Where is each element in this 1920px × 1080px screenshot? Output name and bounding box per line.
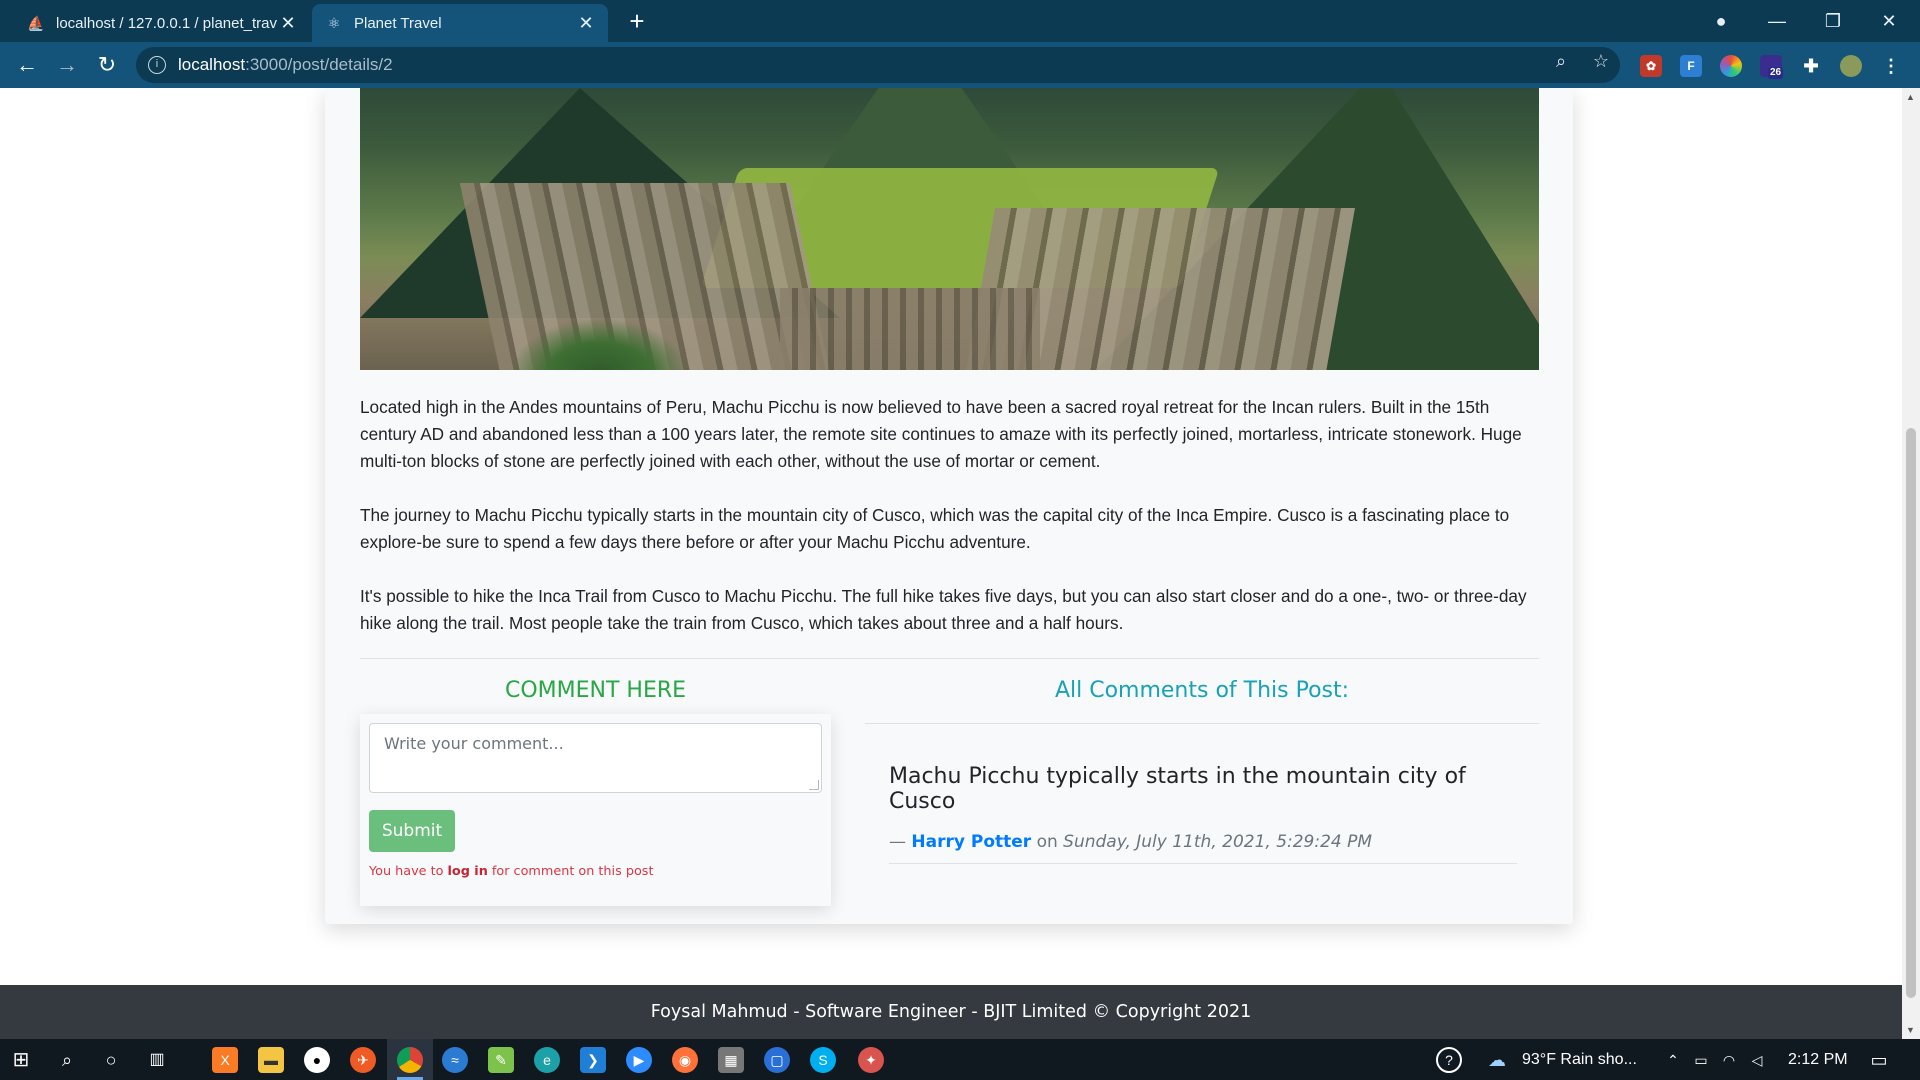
minimize-button[interactable]: — <box>1752 4 1802 38</box>
browser-tab-strip: ⛵ localhost / 127.0.0.1 / planet_trav ✕ … <box>0 0 1920 42</box>
restore-button[interactable]: ❐ <box>1808 4 1858 38</box>
task-view-icon[interactable]: ▥ <box>144 1047 170 1073</box>
extension-icon[interactable]: 26 <box>1760 55 1784 79</box>
skype-icon[interactable]: S <box>810 1047 836 1073</box>
app-icon[interactable]: ✦ <box>858 1047 884 1073</box>
comments-divider <box>865 723 1539 724</box>
profile-download-icon[interactable]: ● <box>1696 4 1746 38</box>
notifications-icon[interactable]: ▭ <box>1866 1047 1892 1073</box>
back-icon[interactable]: ← <box>12 50 42 80</box>
extension-icon[interactable]: ✿ <box>1640 55 1662 77</box>
menu-kebab-icon[interactable]: ⋮ <box>1880 55 1902 77</box>
windows-start-icon[interactable]: ⊞ <box>8 1047 34 1073</box>
battery-icon[interactable]: ▭ <box>1688 1047 1714 1073</box>
browser-toolbar: ← → ↻ i localhost:3000/post/details/2 ⌕ … <box>0 42 1920 88</box>
url-text: localhost:3000/post/details/2 <box>178 55 393 74</box>
tab-title: Planet Travel <box>354 14 442 32</box>
page-viewport: Located high in the Andes mountains of P… <box>0 88 1920 1039</box>
close-window-button[interactable]: ✕ <box>1864 4 1914 38</box>
react-icon: ⚛ <box>327 14 341 31</box>
all-comments-heading: All Comments of This Post: <box>1054 678 1350 703</box>
puzzle-extensions-icon[interactable]: ✚ <box>1800 55 1822 77</box>
file-explorer-icon[interactable]: ▬ <box>258 1047 284 1073</box>
firefox-icon[interactable]: ◉ <box>672 1047 698 1073</box>
site-info-icon[interactable]: i <box>148 56 166 74</box>
comment-date: Sunday, July 11th, 2021, 5:29:24 PM <box>1063 832 1373 852</box>
address-bar[interactable]: i localhost:3000/post/details/2 <box>136 47 1620 83</box>
tab-planet-travel[interactable]: ⚛ Planet Travel ✕ <box>312 4 608 42</box>
phpmyadmin-icon: ⛵ <box>27 14 45 31</box>
tab-phpmyadmin[interactable]: ⛵ localhost / 127.0.0.1 / planet_trav ✕ <box>14 4 310 42</box>
github-icon[interactable]: ● <box>304 1047 330 1073</box>
avatar[interactable] <box>1840 55 1862 77</box>
zoom-icon[interactable]: ⌕ <box>1550 50 1572 72</box>
login-link[interactable]: log in <box>448 864 488 879</box>
comment-placeholder: Write your comment... <box>384 734 564 753</box>
forward-icon[interactable]: → <box>52 50 82 80</box>
tab-title: localhost / 127.0.0.1 / planet_trav <box>56 14 277 32</box>
close-tab-icon[interactable]: ✕ <box>278 13 298 34</box>
scrollbar-thumb[interactable] <box>1906 428 1916 998</box>
reload-icon[interactable]: ↻ <box>92 50 122 80</box>
post-body: Located high in the Andes mountains of P… <box>360 394 1539 664</box>
comment-author-link[interactable]: Harry Potter <box>911 832 1031 852</box>
page-footer: Foysal Mahmud - Software Engineer - BJIT… <box>0 985 1902 1039</box>
calculator-icon[interactable]: ▦ <box>718 1047 744 1073</box>
postman-icon[interactable]: ✈ <box>350 1047 376 1073</box>
notepad-icon[interactable]: ✎ <box>488 1047 514 1073</box>
vscode-icon[interactable]: ❯ <box>580 1047 606 1073</box>
help-icon[interactable]: ? <box>1436 1047 1462 1073</box>
login-required-note: You have to log in for comment on this p… <box>369 864 654 879</box>
clock-time[interactable]: 2:12 PM <box>1788 1039 1848 1080</box>
weather-icon: ☁ <box>1488 1050 1506 1070</box>
comment-meta: — Harry Potter on Sunday, July 11th, 202… <box>889 832 1373 852</box>
volume-icon[interactable]: ◁ <box>1744 1047 1770 1073</box>
new-tab-button[interactable]: + <box>622 6 652 36</box>
scroll-down-arrow-icon[interactable]: ▼ <box>1906 1025 1915 1035</box>
bookmark-star-icon[interactable]: ☆ <box>1590 50 1612 72</box>
comment-textarea[interactable]: Write your comment... <box>369 723 822 793</box>
chrome-icon[interactable] <box>397 1047 423 1073</box>
scroll-up-arrow-icon[interactable]: ▲ <box>1906 92 1915 102</box>
zoom-app-icon[interactable]: ▶ <box>626 1047 652 1073</box>
post-hero-image <box>360 88 1539 370</box>
weather-text[interactable]: 93°F Rain sho... <box>1522 1039 1637 1080</box>
comment-form: Write your comment... Submit You have to… <box>360 714 831 906</box>
comment-form-heading: COMMENT HERE <box>504 678 687 703</box>
resize-grip-icon[interactable] <box>809 780 819 790</box>
comment-item: Machu Picchu typically starts in the mou… <box>889 764 1517 864</box>
close-tab-icon[interactable]: ✕ <box>576 13 596 34</box>
page-scrollbar[interactable]: ▲ ▼ <box>1902 88 1920 1039</box>
post-paragraph: Located high in the Andes mountains of P… <box>360 397 1522 471</box>
xampp-icon[interactable]: X <box>212 1047 238 1073</box>
extension-icon[interactable]: F <box>1680 55 1702 77</box>
chat-app-icon[interactable]: ▢ <box>764 1047 790 1073</box>
post-paragraph: The journey to Machu Picchu typically st… <box>360 505 1510 552</box>
edge-icon[interactable]: e <box>534 1047 560 1073</box>
windows-taskbar: ⊞ ⌕ ○ ▥ X ▬ ● ✈ ≈ ✎ e ❯ ▶ ◉ ▦ ▢ S ✦ ? ☁ … <box>0 1039 1920 1080</box>
comment-text: Machu Picchu typically starts in the mou… <box>889 764 1466 814</box>
section-divider <box>360 658 1539 659</box>
submit-button[interactable]: Submit <box>369 810 455 852</box>
search-icon[interactable]: ⌕ <box>54 1047 80 1073</box>
chevron-up-icon[interactable]: ⌃ <box>1660 1047 1686 1073</box>
post-paragraph: It's possible to hike the Inca Trail fro… <box>360 586 1527 633</box>
extension-badge: 26 <box>1768 67 1784 79</box>
cortana-icon[interactable]: ○ <box>98 1047 124 1073</box>
color-picker-extension-icon[interactable] <box>1720 55 1742 77</box>
post-details-card: Located high in the Andes mountains of P… <box>325 88 1573 924</box>
app-icon[interactable]: ≈ <box>442 1047 468 1073</box>
wifi-icon[interactable]: ◠ <box>1716 1047 1742 1073</box>
